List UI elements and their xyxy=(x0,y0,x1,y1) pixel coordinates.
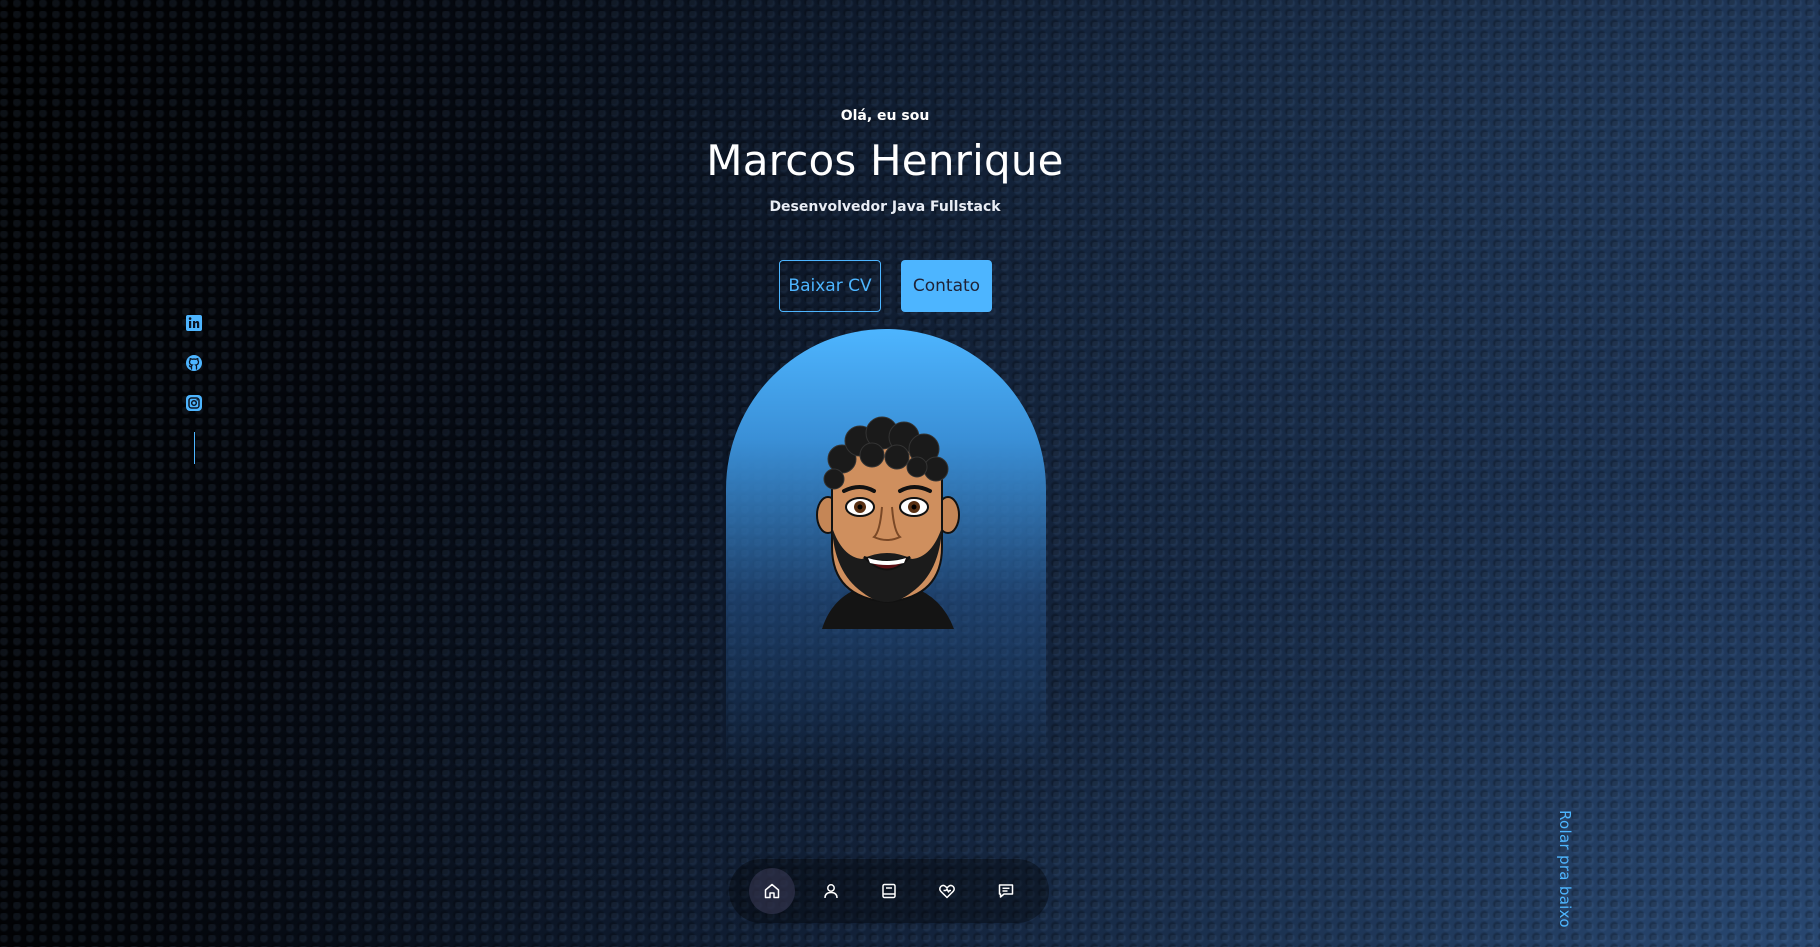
download-cv-button[interactable]: Baixar CV xyxy=(779,260,881,312)
social-links xyxy=(185,314,205,464)
social-divider-line xyxy=(194,432,195,464)
book-icon xyxy=(882,883,896,899)
nav-about[interactable] xyxy=(808,868,854,914)
avatar xyxy=(816,416,960,629)
hero-role: Desenvolvedor Java Fullstack xyxy=(769,199,1001,215)
services-icon xyxy=(939,884,956,899)
nav-home[interactable] xyxy=(749,868,796,914)
avatar-arch xyxy=(726,329,1046,776)
nav-services[interactable] xyxy=(924,868,970,914)
nav-experience[interactable] xyxy=(866,868,912,914)
bottom-nav xyxy=(729,859,1049,923)
contact-button[interactable]: Contato xyxy=(901,260,992,312)
linkedin-icon[interactable] xyxy=(185,314,205,334)
instagram-icon[interactable] xyxy=(185,394,205,414)
scroll-down-link[interactable]: Rolar pra baixo xyxy=(1556,810,1574,928)
message-icon xyxy=(998,884,1013,898)
github-icon[interactable] xyxy=(185,354,205,374)
hero-name: Marcos Henrique xyxy=(706,136,1064,185)
greeting-text: Olá, eu sou xyxy=(840,108,930,124)
user-icon xyxy=(823,884,838,899)
home-icon xyxy=(764,883,780,899)
nav-contact[interactable] xyxy=(983,868,1029,914)
